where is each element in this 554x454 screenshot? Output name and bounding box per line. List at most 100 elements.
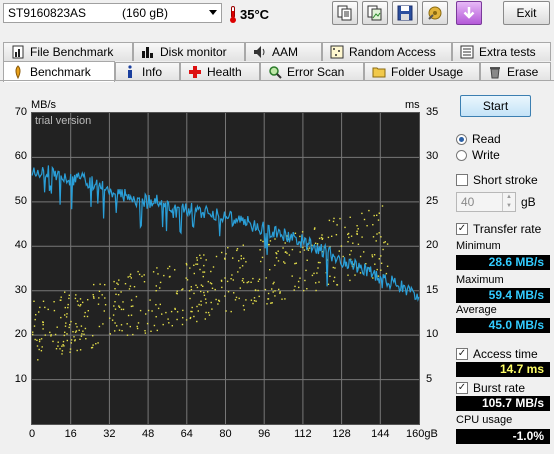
access-time-point: [34, 318, 36, 321]
access-time-point: [85, 338, 87, 340]
access-time-point: [377, 275, 380, 277]
access-time-point: [130, 305, 133, 308]
access-time-point: [159, 281, 162, 284]
access-time-checkbox[interactable]: ✓ Access time: [456, 347, 538, 361]
access-time-point: [115, 293, 117, 295]
access-time-point: [356, 232, 358, 235]
access-time-point: [67, 303, 69, 306]
access-time-point: [373, 254, 376, 256]
access-time-point: [101, 294, 103, 296]
access-time-point: [185, 277, 187, 279]
options-button[interactable]: [422, 1, 448, 25]
access-time-point: [349, 279, 351, 282]
access-time-point: [240, 258, 242, 260]
spinner-arrows-icon[interactable]: ▲ ▼: [502, 193, 515, 211]
access-time-point: [238, 297, 240, 300]
access-time-point: [127, 314, 130, 317]
access-time-point: [65, 316, 68, 318]
tab-random-access[interactable]: Random Access: [322, 42, 452, 61]
access-time-point: [87, 299, 89, 301]
access-time-point: [359, 255, 362, 258]
down-arrow-button[interactable]: [456, 1, 482, 25]
access-time-point: [202, 271, 204, 273]
access-time-point: [144, 332, 147, 334]
copy-screenshot-button[interactable]: [362, 1, 388, 25]
tab-file-benchmark[interactable]: File Benchmark: [3, 42, 133, 61]
tab-erase[interactable]: Erase: [480, 62, 551, 81]
access-time-point: [371, 256, 374, 258]
tab-info[interactable]: Info: [115, 62, 180, 81]
access-time-point: [189, 297, 191, 300]
access-time-point: [190, 288, 193, 291]
access-time-point: [363, 251, 365, 253]
tab-health[interactable]: Health: [180, 62, 260, 81]
access-time-point: [236, 249, 238, 252]
short-stroke-checkbox[interactable]: Short stroke: [456, 173, 538, 187]
drive-select[interactable]: ST9160823AS (160 gB): [3, 3, 222, 23]
access-time-point: [308, 247, 311, 249]
access-time-point: [336, 284, 338, 286]
access-time-point: [167, 267, 169, 270]
read-radio[interactable]: Read: [456, 132, 501, 146]
access-time-point: [84, 327, 87, 330]
start-button[interactable]: Start: [460, 95, 531, 117]
access-time-point: [316, 243, 319, 245]
access-time-point: [215, 255, 218, 258]
access-time-point: [298, 286, 300, 289]
access-time-point: [332, 220, 335, 223]
access-time-point: [42, 300, 45, 302]
access-time-point: [333, 276, 336, 279]
access-time-point: [220, 280, 223, 282]
access-time-point: [66, 333, 68, 335]
access-time-point: [318, 237, 321, 240]
tab-benchmark[interactable]: Benchmark: [3, 61, 115, 82]
tab-disk-monitor[interactable]: Disk monitor: [133, 42, 245, 61]
access-time-point: [40, 350, 43, 352]
burst-rate-checkbox[interactable]: ✓ Burst rate: [456, 381, 525, 395]
tab-label: Error Scan: [287, 65, 345, 79]
access-time-point: [126, 323, 128, 325]
save-button[interactable]: [392, 1, 418, 25]
tab-extra-tests[interactable]: Extra tests: [452, 42, 551, 61]
access-time-point: [97, 342, 99, 344]
tab-label: Info: [142, 65, 163, 79]
access-time-point: [39, 306, 41, 309]
tab-label: Health: [207, 65, 242, 79]
access-time-point: [386, 243, 389, 245]
write-radio[interactable]: Write: [456, 148, 500, 162]
access-time-point: [204, 298, 207, 300]
access-time-point: [199, 268, 201, 271]
access-time-point: [363, 218, 366, 221]
extra-tests-icon: [459, 45, 475, 59]
access-time-point: [224, 295, 226, 297]
chevron-down-icon[interactable]: [209, 10, 217, 15]
access-time-point: [32, 331, 34, 333]
access-time-point: [79, 338, 81, 340]
tab-aam[interactable]: AAM: [245, 42, 322, 61]
tab-folder-usage[interactable]: Folder Usage: [364, 62, 480, 81]
access-time-point: [135, 295, 138, 298]
access-time-point: [203, 264, 205, 267]
access-time-point: [186, 279, 189, 281]
access-time-point: [283, 261, 285, 263]
access-time-point: [193, 292, 195, 295]
access-time-point: [75, 323, 77, 325]
access-time-point: [260, 239, 262, 241]
access-time-point: [195, 284, 197, 286]
transfer-rate-checkbox[interactable]: ✓ Transfer rate: [456, 222, 541, 236]
access-time-point: [181, 323, 184, 326]
access-time-point: [74, 339, 76, 341]
access-time-point: [143, 274, 145, 276]
access-time-point: [114, 301, 116, 303]
tab-error-scan[interactable]: Error Scan: [260, 62, 364, 81]
access-time-point: [122, 308, 125, 311]
short-stroke-spinner[interactable]: 40 ▲ ▼: [456, 192, 516, 212]
access-time-point: [266, 303, 268, 305]
exit-button[interactable]: Exit: [503, 1, 550, 25]
access-time-point: [242, 278, 244, 280]
access-time-point: [349, 253, 351, 256]
access-time-point: [40, 338, 43, 340]
access-time-point: [239, 287, 241, 289]
access-time-point: [376, 214, 378, 216]
copy-text-button[interactable]: [332, 1, 358, 25]
